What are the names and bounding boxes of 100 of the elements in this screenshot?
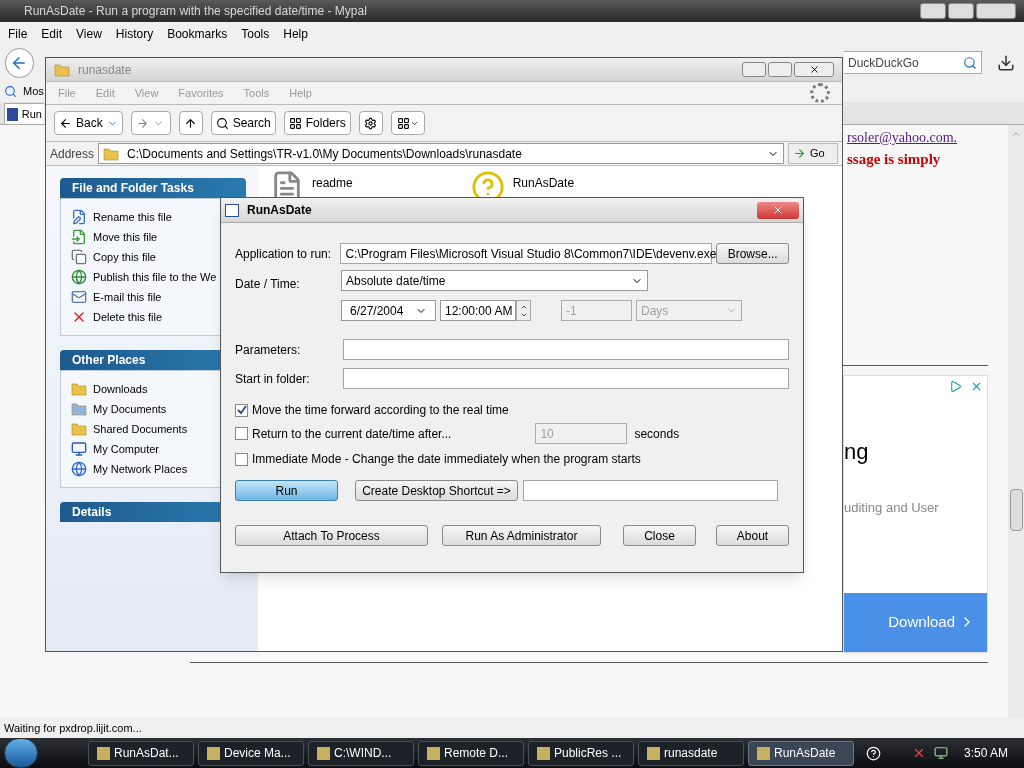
views-button[interactable]: [390, 111, 425, 135]
close-button[interactable]: [976, 3, 1016, 19]
checkbox[interactable]: [235, 403, 248, 417]
globe-icon: [71, 269, 87, 285]
window-title: runasdate: [78, 61, 132, 79]
taskbar-item[interactable]: RunAsDate: [748, 740, 854, 766]
dialog-title: RunAsDate: [247, 202, 312, 219]
panel-link[interactable]: Rename this file: [93, 208, 172, 226]
parameters-field[interactable]: [342, 339, 789, 360]
folders-icon: [288, 116, 302, 130]
clock: 3:50 AM: [963, 745, 1008, 762]
maximize-button[interactable]: [768, 62, 792, 77]
checkbox[interactable]: [235, 452, 248, 466]
close-button[interactable]: [794, 62, 834, 77]
search-field[interactable]: DuckDuckGo: [843, 51, 983, 74]
status-text: Waiting for pxdrop.lijit.com...: [4, 720, 142, 736]
checkbox[interactable]: [235, 427, 248, 440]
ad-heading: ng: [844, 437, 870, 466]
back-button[interactable]: Back: [54, 111, 123, 135]
taskbar-item[interactable]: Remote D...: [418, 740, 524, 766]
menu-item[interactable]: Edit: [41, 24, 63, 43]
time-field[interactable]: 12:00:00 AM: [440, 300, 516, 321]
up-button[interactable]: [178, 111, 203, 135]
folder-icon: [103, 146, 120, 161]
network-icon: [71, 461, 87, 477]
search-button[interactable]: Search: [210, 111, 276, 135]
taskbar-item[interactable]: PublicRes ...: [528, 740, 634, 766]
settings-button[interactable]: [358, 111, 383, 135]
panel-link[interactable]: E-mail this file: [93, 288, 162, 306]
field-label: Date / Time:: [235, 276, 301, 293]
search-icon: [215, 116, 229, 130]
close-button[interactable]: [757, 201, 799, 219]
network-icon[interactable]: [933, 746, 948, 760]
taskbar-item[interactable]: C:\WIND...: [308, 740, 414, 766]
browse-button[interactable]: Browse...: [716, 243, 789, 264]
field-label: Start in folder:: [235, 370, 311, 388]
panel-link[interactable]: Downloads: [93, 380, 148, 398]
bookmark-icon: [4, 84, 17, 98]
back-button[interactable]: [5, 47, 34, 78]
bookmark-item[interactable]: Mos: [23, 82, 44, 100]
copy-icon: [71, 249, 87, 265]
panel-link[interactable]: Copy this file: [93, 248, 156, 266]
settings-icon: [364, 116, 378, 130]
forward-button[interactable]: [130, 111, 171, 135]
panel-header[interactable]: File and Folder Tasks: [60, 178, 246, 198]
minimize-button[interactable]: [920, 3, 946, 19]
close-icon: [808, 64, 820, 75]
help-icon[interactable]: [866, 745, 881, 761]
shortcut-button[interactable]: Create Desktop Shortcut =>: [355, 480, 518, 501]
panel-title: File and Folder Tasks: [72, 180, 194, 197]
mode-dropdown[interactable]: Absolute date/time: [341, 270, 648, 291]
about-button[interactable]: About: [716, 525, 789, 546]
email-link[interactable]: rsoler@yahoo.com.: [847, 127, 988, 148]
checkbox-label[interactable]: Return to the current date/time after...: [252, 424, 452, 443]
panel-title: Other Places: [72, 352, 146, 369]
taskbar-item[interactable]: Device Ma...: [198, 740, 304, 766]
computer-icon: [71, 441, 87, 457]
menu-item[interactable]: Help: [283, 24, 308, 43]
checkbox-label[interactable]: Immediate Mode - Change the date immediately when the program starts: [252, 450, 641, 468]
folder-icon: [71, 422, 87, 436]
file-name[interactable]: readme: [312, 174, 353, 192]
folders-button[interactable]: Folders: [283, 111, 351, 135]
checkbox-label[interactable]: Move the time forward according to the real time: [252, 401, 509, 419]
scroll-up-icon: [1011, 129, 1021, 139]
search-input[interactable]: DuckDuckGo: [847, 53, 963, 72]
menu-item[interactable]: View: [76, 24, 102, 43]
taskbar-item[interactable]: RunAsDat...: [88, 740, 194, 766]
time-spinner[interactable]: [516, 300, 531, 321]
panel-link[interactable]: My Documents: [93, 400, 167, 418]
run-button[interactable]: Run: [235, 480, 338, 501]
site-icon: [7, 107, 18, 121]
shortcut-field[interactable]: [523, 480, 778, 501]
panel-link[interactable]: My Computer: [93, 440, 160, 458]
panel-link[interactable]: Move this file: [93, 228, 158, 246]
menu-item[interactable]: Tools: [241, 24, 270, 43]
file-name[interactable]: RunAsDate: [512, 174, 575, 192]
start-button[interactable]: [4, 738, 38, 768]
scrollbar[interactable]: [1008, 125, 1024, 718]
panel-link[interactable]: Delete this file: [93, 308, 163, 326]
attach-button[interactable]: Attach To Process: [235, 525, 428, 546]
taskbar-item[interactable]: runasdate: [638, 740, 744, 766]
run-admin-button[interactable]: Run As Administrator: [442, 525, 601, 546]
maximize-button[interactable]: [948, 3, 974, 19]
panel-link[interactable]: My Network Places: [93, 460, 188, 478]
folder-field[interactable]: [342, 368, 789, 389]
close-button[interactable]: Close: [623, 525, 696, 546]
date-picker[interactable]: 6/27/2004: [341, 300, 436, 321]
ad-choices-icon[interactable]: [949, 379, 962, 393]
minimize-button[interactable]: [742, 62, 766, 77]
folder-icon: [54, 62, 70, 77]
menu-item[interactable]: Bookmarks: [167, 24, 228, 43]
menu-item[interactable]: File: [8, 24, 28, 43]
panel-link[interactable]: Publish this file to the We: [93, 268, 217, 286]
menu-item[interactable]: History: [115, 24, 154, 43]
scroll-thumb[interactable]: [1009, 489, 1023, 531]
panel-link[interactable]: Shared Documents: [93, 420, 188, 438]
browser-tab[interactable]: Run: [4, 103, 44, 124]
go-button[interactable]: Go: [788, 143, 838, 164]
app-icon: [317, 746, 330, 760]
address-field[interactable]: C:\Documents and Settings\TR-v1.0\My Documents\Downloads\runasdate: [98, 143, 784, 164]
